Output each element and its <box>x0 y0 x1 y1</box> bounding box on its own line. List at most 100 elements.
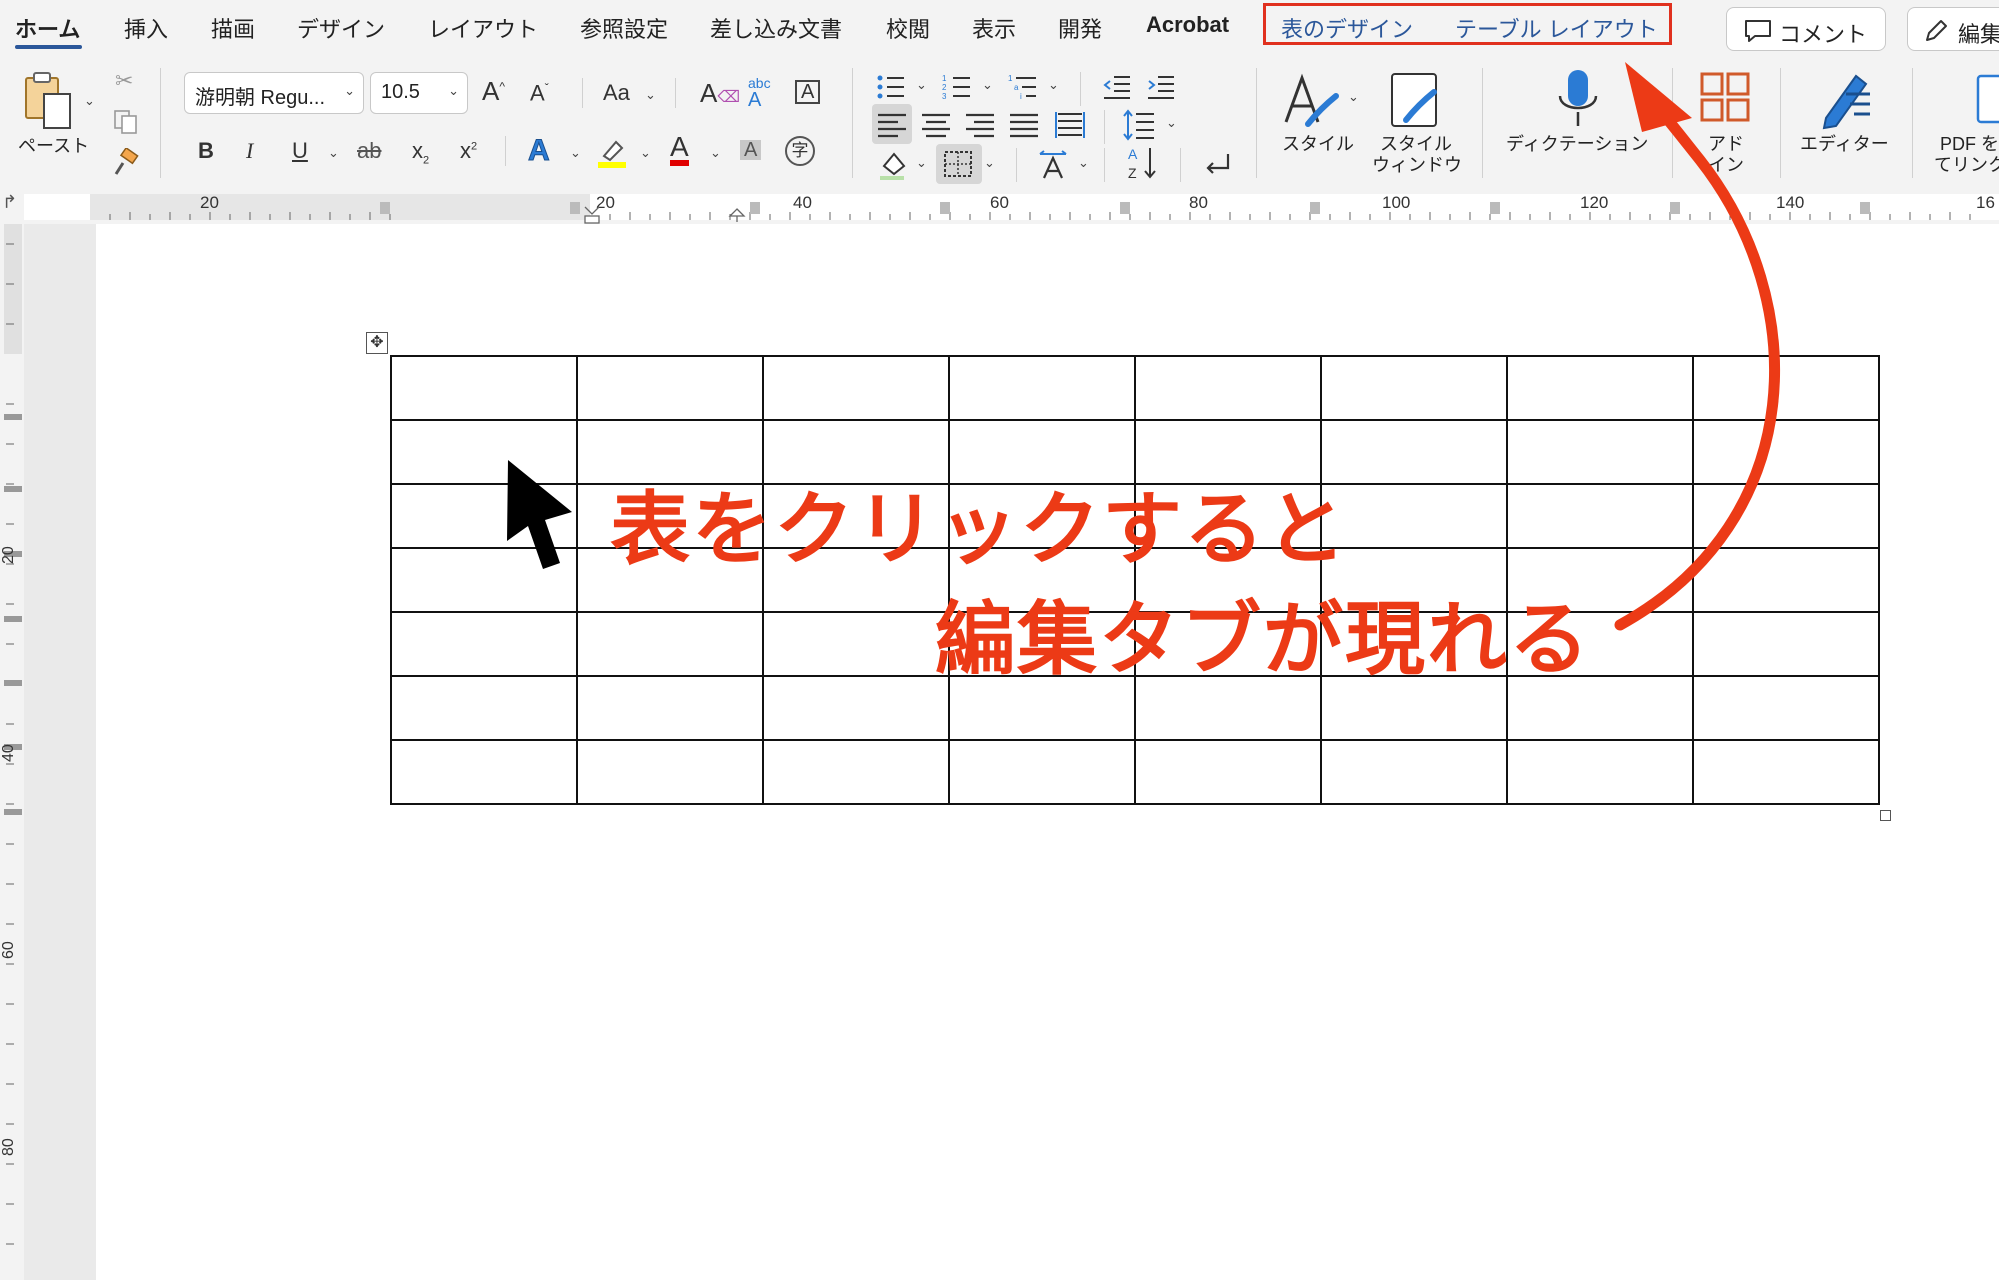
numbering-icon[interactable]: 123 <box>942 72 972 102</box>
bold-icon[interactable]: B <box>198 140 214 162</box>
font-color-icon[interactable]: A <box>670 133 689 166</box>
distributed-icon[interactable] <box>1054 110 1086 140</box>
table-cell[interactable] <box>390 611 578 677</box>
table-move-handle-icon[interactable]: ✥ <box>366 332 388 354</box>
table-cell[interactable] <box>390 547 578 613</box>
borders-chevron-icon[interactable]: ⌄ <box>984 156 995 169</box>
font-name-dropdown[interactable]: 游明朝 Regu... ⌄ <box>184 72 364 114</box>
copy-icon[interactable] <box>112 108 140 136</box>
microphone-icon[interactable] <box>1556 68 1600 130</box>
tab-table-layout[interactable]: テーブル レイアウト <box>1455 12 1658 44</box>
decrease-indent-icon[interactable] <box>1102 72 1132 102</box>
table-cell[interactable] <box>1506 355 1694 421</box>
character-border-icon[interactable]: A <box>795 80 821 104</box>
table-cell[interactable] <box>576 675 764 741</box>
horizontal-ruler[interactable]: ↱ 20 20 40 60 80 100 120 140 16 <box>0 190 1999 225</box>
text-direction-chevron-icon[interactable]: ⌄ <box>1078 156 1089 169</box>
styles-pane-icon[interactable] <box>1388 70 1444 130</box>
tab-home[interactable]: ホーム <box>15 12 80 44</box>
vertical-ruler[interactable]: 20 40 60 80 <box>0 224 24 1280</box>
multilevel-list-icon[interactable]: 1ai <box>1008 72 1038 102</box>
create-pdf-icon[interactable] <box>1976 70 1999 126</box>
font-color-chevron-icon[interactable]: ⌄ <box>710 146 721 159</box>
styles-chevron-icon[interactable]: ⌄ <box>1348 90 1359 103</box>
tab-view[interactable]: 表示 <box>972 12 1016 44</box>
shading-icon[interactable] <box>876 148 910 182</box>
table-cell[interactable] <box>1506 483 1694 549</box>
underline-icon[interactable]: U <box>292 140 308 162</box>
tab-draw[interactable]: 描画 <box>211 12 255 44</box>
left-indent-marker-icon[interactable] <box>582 206 602 224</box>
table-cell[interactable] <box>1506 419 1694 485</box>
phonetic-guide-icon[interactable]: abc A <box>748 76 771 110</box>
text-direction-icon[interactable] <box>1036 148 1070 182</box>
cut-icon[interactable]: ✂ <box>115 70 133 92</box>
align-center-icon[interactable] <box>922 112 950 138</box>
table-cell[interactable] <box>1692 739 1880 805</box>
table-cell[interactable] <box>390 675 578 741</box>
grow-font-icon[interactable]: A^ <box>482 78 505 104</box>
text-effects-chevron-icon[interactable]: ⌄ <box>570 146 581 159</box>
table-cell[interactable] <box>390 483 578 549</box>
table-cell[interactable] <box>762 355 950 421</box>
table-cell[interactable] <box>1692 483 1880 549</box>
line-spacing-icon[interactable] <box>1122 108 1156 142</box>
text-effects-icon[interactable]: A <box>528 135 551 166</box>
styles-icon[interactable] <box>1282 70 1342 130</box>
table-cell[interactable] <box>1320 739 1508 805</box>
shrink-font-icon[interactable]: Aˇ <box>530 82 549 104</box>
highlighter-icon[interactable] <box>596 136 630 170</box>
table-cell[interactable] <box>762 675 950 741</box>
tab-table-design[interactable]: 表のデザイン <box>1281 12 1413 44</box>
table-cell[interactable] <box>1320 355 1508 421</box>
shading-chevron-icon[interactable]: ⌄ <box>916 156 927 169</box>
line-spacing-chevron-icon[interactable]: ⌄ <box>1166 116 1177 129</box>
paste-options-chevron-icon[interactable]: ⌄ <box>84 94 95 107</box>
character-shading-icon[interactable]: A <box>740 140 762 160</box>
table-cell[interactable] <box>390 419 578 485</box>
justify-icon[interactable] <box>1010 112 1038 138</box>
clear-formatting-icon[interactable]: A⌫ <box>700 80 740 106</box>
table-cell[interactable] <box>1134 355 1322 421</box>
table-cell[interactable] <box>576 739 764 805</box>
numbering-chevron-icon[interactable]: ⌄ <box>982 78 993 91</box>
table-cell[interactable] <box>948 355 1136 421</box>
table-cell[interactable] <box>1692 547 1880 613</box>
underline-chevron-icon[interactable]: ⌄ <box>328 146 339 159</box>
tab-references[interactable]: 参照設定 <box>580 12 668 44</box>
table-cell[interactable] <box>1506 739 1694 805</box>
change-case-icon[interactable]: Aa <box>603 82 630 104</box>
borders-button[interactable] <box>936 144 982 184</box>
add-ins-icon[interactable] <box>1698 70 1754 126</box>
editor-icon[interactable] <box>1816 68 1876 130</box>
table-resize-handle[interactable] <box>1880 810 1891 821</box>
tab-mailings[interactable]: 差し込み文書 <box>710 12 842 44</box>
enclosed-character-icon[interactable]: 字 <box>785 136 815 166</box>
align-right-icon[interactable] <box>966 112 994 138</box>
table-cell[interactable] <box>762 611 950 677</box>
tab-review[interactable]: 校閲 <box>886 12 930 44</box>
multilevel-list-chevron-icon[interactable]: ⌄ <box>1048 78 1059 91</box>
table-cell[interactable] <box>762 739 950 805</box>
paste-icon[interactable] <box>20 70 80 132</box>
highlighter-chevron-icon[interactable]: ⌄ <box>640 146 651 159</box>
subscript-icon[interactable]: x2 <box>412 139 429 166</box>
table-cell[interactable] <box>1692 611 1880 677</box>
table-cell[interactable] <box>1692 675 1880 741</box>
format-painter-icon[interactable] <box>110 148 140 178</box>
tab-selector-icon[interactable]: ↱ <box>2 192 17 213</box>
table-cell[interactable] <box>1692 355 1880 421</box>
tab-acrobat[interactable]: Acrobat <box>1146 12 1229 38</box>
comment-button[interactable]: コメント <box>1726 7 1886 51</box>
change-case-chevron-icon[interactable]: ⌄ <box>645 88 656 101</box>
tab-insert[interactable]: 挿入 <box>124 12 168 44</box>
table-cell[interactable] <box>1320 483 1508 549</box>
show-paragraph-marks-icon[interactable] <box>1200 148 1234 182</box>
table-cell[interactable] <box>390 739 578 805</box>
table-cell[interactable] <box>1320 419 1508 485</box>
italic-icon[interactable]: I <box>246 140 253 162</box>
superscript-icon[interactable]: x2 <box>460 140 477 162</box>
table-cell[interactable] <box>390 355 578 421</box>
table-cell[interactable] <box>576 355 764 421</box>
table-cell[interactable] <box>1692 419 1880 485</box>
